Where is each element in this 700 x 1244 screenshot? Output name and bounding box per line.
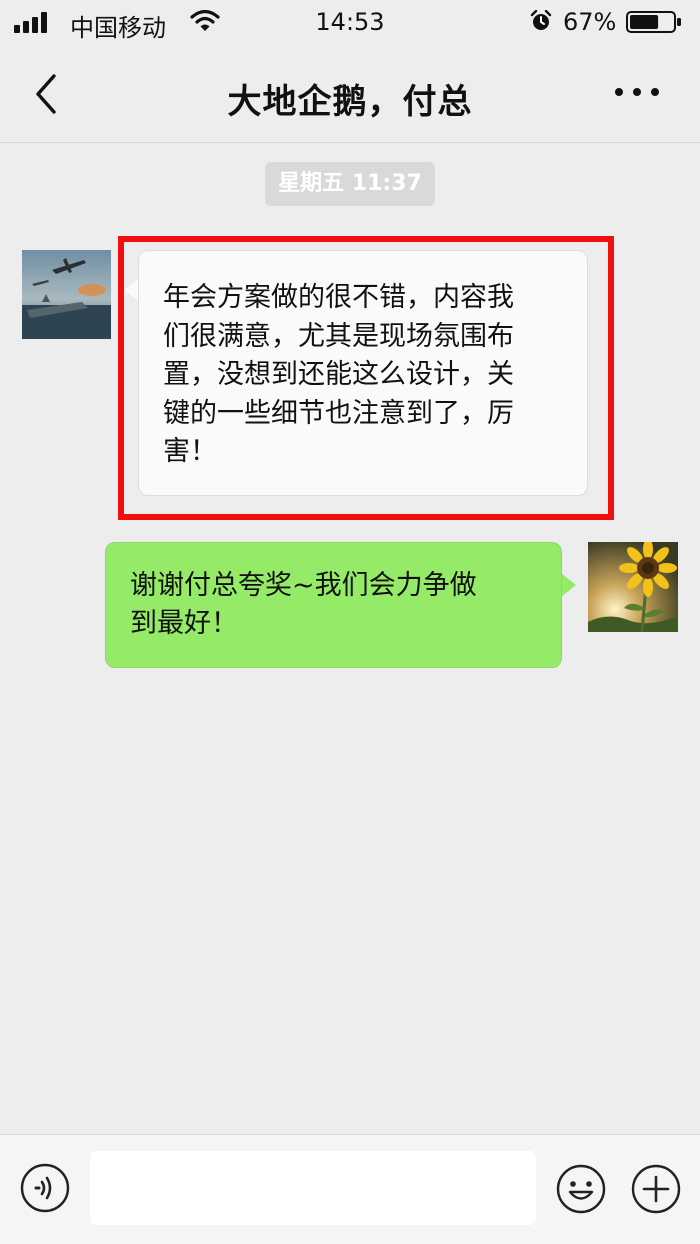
chat-title: 大地企鹅，付总 <box>227 82 473 122</box>
battery-icon <box>626 11 681 33</box>
message-line: 置，没想到还能这么设计，关 <box>163 359 514 390</box>
message-bubble-sent[interactable]: 谢谢付总夸奖~我们会力争做 到最好！ <box>105 542 562 668</box>
bubble-tail <box>124 278 139 302</box>
message-line: 谢谢付总夸奖~我们会力争做 <box>130 570 477 601</box>
message-input[interactable] <box>90 1151 536 1225</box>
bubble-tail <box>561 573 576 597</box>
message-line: 们很满意，尤其是现场氛围布 <box>163 320 514 352</box>
alarm-clock-icon <box>530 10 552 30</box>
plus-icon[interactable] <box>630 1163 682 1215</box>
message-line: 键的一些细节也注意到了，厉 <box>163 397 514 429</box>
battery-percent: 67% <box>563 8 617 36</box>
message-bubble-received[interactable]: 年会方案做的很不错，内容我 们很满意，尤其是现场氛围布 置，没想到还能这么设计，… <box>138 250 588 496</box>
more-dots-icon[interactable] <box>612 82 662 102</box>
message-line: 到最好！ <box>130 608 238 639</box>
voice-icon[interactable] <box>20 1163 70 1213</box>
message-line: 年会方案做的很不错，内容我 <box>163 282 514 313</box>
emoji-icon[interactable] <box>555 1163 607 1215</box>
message-timestamp: 星期五 11:37 <box>265 162 435 206</box>
warplane-avatar[interactable] <box>22 250 111 339</box>
message-line: 害！ <box>163 436 217 467</box>
chat-header: 大地企鹅，付总 <box>0 46 700 143</box>
message-input-bar <box>0 1134 700 1244</box>
status-bar: 中国移动 14:53 67% <box>0 0 700 46</box>
sunflower-avatar[interactable] <box>588 542 678 632</box>
